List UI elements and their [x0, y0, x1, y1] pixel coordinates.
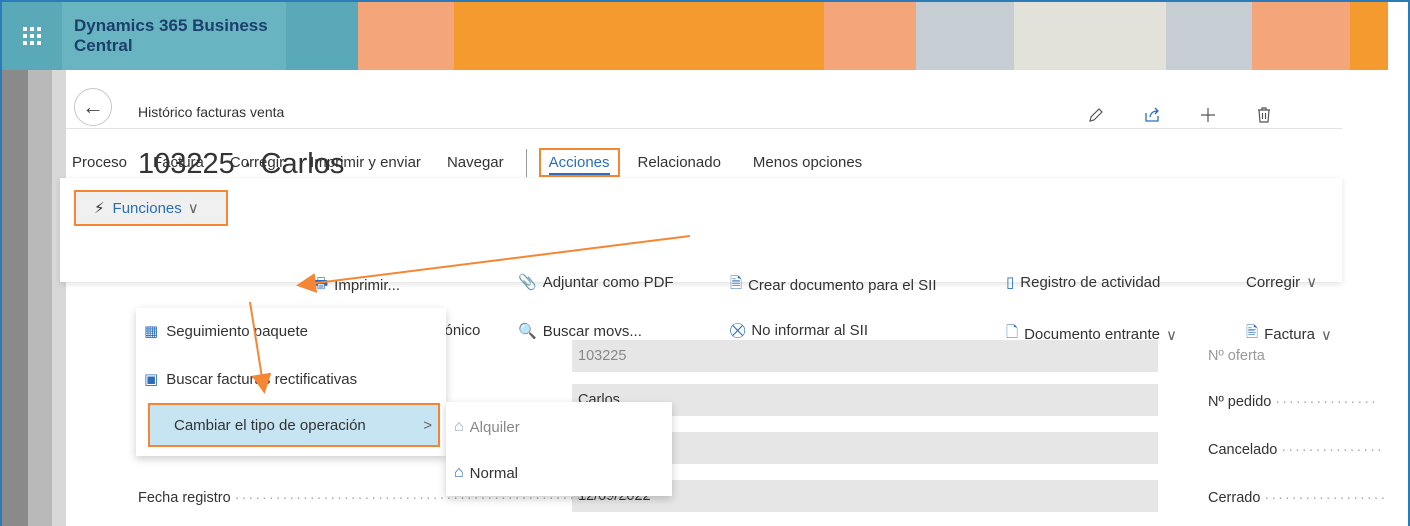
tab-relacionado[interactable]: Relacionado	[638, 154, 721, 171]
imprimir-action[interactable]: 🖶 Imprimir...	[314, 273, 400, 298]
header-decor	[1166, 2, 1252, 70]
header-decor	[824, 2, 916, 70]
menu-item-label: Buscar facturas rectificativas	[166, 370, 358, 388]
label-n-pedido: Nº pedido ···············	[1208, 394, 1378, 410]
new-document-icon: 🗎	[730, 275, 743, 292]
leader-dots: ··················	[1264, 490, 1388, 506]
waffle-icon	[23, 27, 41, 45]
submenu-item-alquiler[interactable]: ⌂ Alquiler	[446, 404, 672, 450]
submenu-item-label: Alquiler	[469, 418, 520, 436]
submenu-item-label: Normal	[469, 464, 519, 482]
share-icon[interactable]	[1124, 100, 1180, 130]
header-decor	[286, 2, 358, 70]
header-decor	[1252, 2, 1350, 70]
tab-corregir[interactable]: Corregir	[230, 154, 284, 171]
divider	[66, 128, 1342, 129]
home-icon: ⌂	[454, 418, 464, 435]
registro-actividad-action[interactable]: ▯ Registro de actividad	[1006, 273, 1161, 292]
funciones-label: Funciones	[112, 199, 182, 217]
breadcrumb: Histórico facturas venta	[138, 104, 285, 120]
menu-item-seguimiento-paquete[interactable]: ▦ Seguimiento paquete	[136, 308, 446, 354]
header-decor	[1014, 2, 1166, 70]
action-label: No informar al SII	[751, 322, 869, 339]
header-decor	[1350, 2, 1388, 70]
chevron-down-icon: ∨	[1165, 326, 1177, 344]
action-label: Buscar movs...	[542, 322, 642, 340]
tipo-operacion-submenu: ⌂ Alquiler ⌂ Normal	[446, 402, 672, 496]
tab-imprimir-enviar[interactable]: Imprimir y enviar	[310, 154, 421, 171]
tab-separator	[525, 148, 527, 177]
back-button[interactable]: ←	[74, 88, 112, 126]
label-text: Fecha registro	[138, 490, 231, 506]
notebook-icon: ▯	[1006, 274, 1015, 291]
buscar-movs-action[interactable]: 🔍 Buscar movs...	[518, 322, 642, 341]
action-tabs: Proceso Factura Corregir Imprimir y envi…	[72, 148, 888, 177]
funciones-button[interactable]: ⚡ Funciones ∨	[74, 190, 228, 226]
tab-factura[interactable]: Factura	[153, 154, 204, 171]
documento-entrante-action[interactable]: 🗋 Documento entrante ∨	[1006, 322, 1177, 347]
action-label: Crear documento para el SII	[748, 277, 937, 294]
document-cancel-icon: ⛒	[730, 322, 746, 339]
actions-panel	[60, 178, 1342, 282]
menu-item-cambiar-tipo-operacion[interactable]: Cambiar el tipo de operación >	[148, 403, 440, 447]
leader-dots: ···············	[1275, 394, 1378, 410]
arrow-left-icon: ←	[82, 94, 104, 119]
adjuntar-pdf-action[interactable]: 📎 Adjuntar como PDF	[518, 273, 674, 292]
corregir-action[interactable]: Corregir ∨	[1246, 273, 1318, 292]
action-label: Registro de actividad	[1020, 273, 1161, 291]
invoice-icon: 🖹	[1246, 324, 1259, 341]
background-rail	[2, 70, 28, 526]
chevron-right-icon: >	[423, 416, 432, 434]
edit-icon[interactable]	[1068, 100, 1124, 130]
background-rail	[28, 70, 52, 526]
submenu-item-normal[interactable]: ⌂ Normal	[446, 450, 672, 496]
tab-navegar[interactable]: Navegar	[447, 154, 504, 171]
app-brand[interactable]: Dynamics 365 Business Central	[62, 2, 286, 70]
label-text: Cerrado	[1208, 490, 1261, 506]
field-value: 103225	[578, 348, 627, 364]
action-label: Corregir	[1246, 273, 1301, 291]
chevron-down-icon: ∨	[1306, 274, 1318, 291]
chevron-down-icon: ∨	[187, 200, 199, 217]
app-header: Dynamics 365 Business Central	[2, 2, 1408, 70]
action-label: Imprimir...	[334, 277, 401, 294]
document-icon: 🗋	[1006, 324, 1019, 341]
label-n-oferta: Nº oferta	[1208, 348, 1265, 364]
search-document-icon: 🔍	[518, 323, 537, 340]
crear-documento-sii-action[interactable]: 🗎 Crear documento para el SII	[730, 273, 937, 298]
menu-item-label: Seguimiento paquete	[166, 322, 308, 340]
label-cancelado: Cancelado ···············	[1208, 442, 1384, 458]
page-toolbar	[1068, 100, 1292, 130]
tab-acciones-label: Acciones	[548, 154, 610, 175]
menu-item-label: Cambiar el tipo de operación	[174, 416, 366, 434]
action-label: Adjuntar como PDF	[542, 273, 674, 291]
action-label: Documento entrante	[1024, 326, 1160, 343]
plus-icon[interactable]	[1180, 100, 1236, 130]
menu-item-buscar-rectificativas[interactable]: ▣ Buscar facturas rectificativas	[136, 356, 446, 402]
find-invoices-icon: ▣	[144, 371, 159, 388]
printer-icon: 🖶	[314, 275, 329, 292]
tab-proceso[interactable]: Proceso	[72, 154, 127, 171]
header-decor	[358, 2, 454, 70]
label-cerrado: Cerrado ··················	[1208, 490, 1387, 506]
label-text: Nº pedido	[1208, 394, 1272, 410]
factura-action[interactable]: 🖹 Factura ∨	[1246, 322, 1332, 347]
home-icon: ⌂	[454, 464, 464, 481]
package-tracking-icon: ▦	[144, 323, 159, 340]
tab-menos-opciones[interactable]: Menos opciones	[753, 154, 862, 171]
app-launcher-button[interactable]	[2, 2, 62, 70]
header-decor	[916, 2, 1014, 70]
label-text: Cancelado	[1208, 442, 1278, 458]
background-rail	[52, 70, 66, 526]
no-informar-sii-action[interactable]: ⛒ No informar al SII	[730, 322, 868, 339]
delete-icon[interactable]	[1236, 100, 1292, 130]
lightning-icon: ⚡	[94, 200, 105, 217]
chevron-down-icon: ∨	[1320, 326, 1332, 344]
leader-dots: ···············	[1281, 442, 1384, 458]
attach-pdf-icon: 📎	[518, 274, 537, 291]
action-label: Factura	[1264, 326, 1315, 343]
tab-acciones[interactable]: Acciones	[538, 148, 620, 177]
header-decor	[454, 2, 824, 70]
